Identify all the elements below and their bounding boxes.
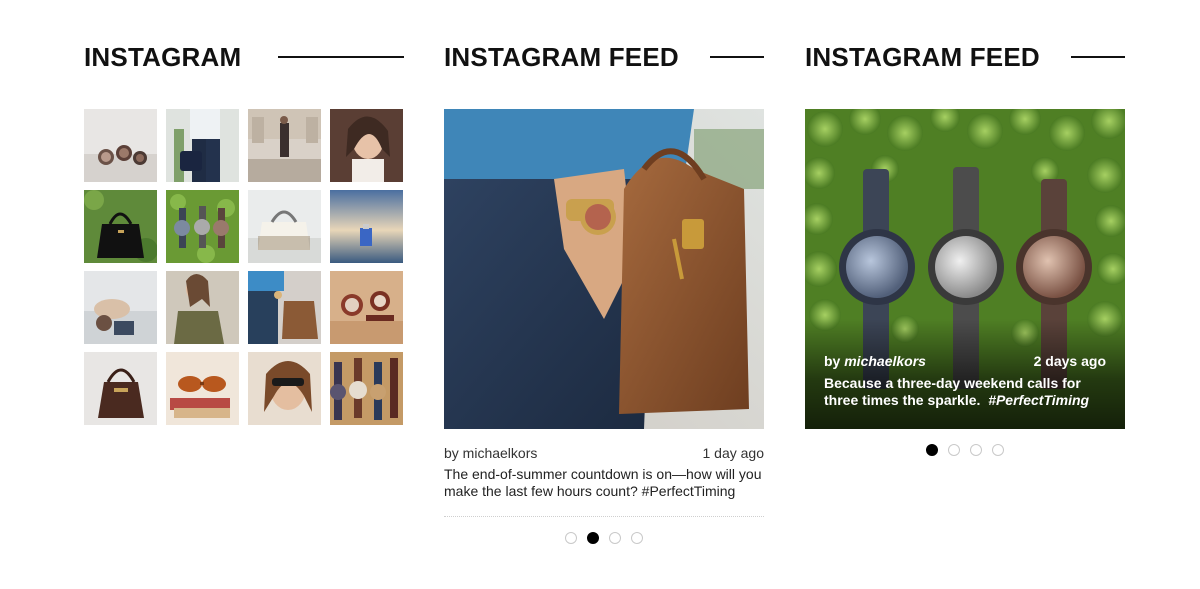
grid-photo[interactable] bbox=[330, 190, 403, 263]
grid-photo[interactable] bbox=[84, 109, 157, 182]
section-title: INSTAGRAM FEED bbox=[444, 42, 679, 72]
instagram-feed-section: INSTAGRAM FEED by michaelkors 1 day ago … bbox=[444, 0, 764, 589]
section-title: INSTAGRAM bbox=[84, 42, 242, 72]
feed-photo[interactable] bbox=[444, 109, 764, 429]
post-caption: The end-of-summer countdown is on—how wi… bbox=[444, 466, 762, 499]
carousel-dot-active[interactable] bbox=[926, 444, 938, 456]
carousel-dot[interactable] bbox=[565, 532, 577, 544]
title-divider bbox=[278, 56, 404, 58]
carousel-dot[interactable] bbox=[609, 532, 621, 544]
carousel-dot[interactable] bbox=[631, 532, 643, 544]
grid-photo[interactable] bbox=[248, 190, 321, 263]
section-title: INSTAGRAM FEED bbox=[805, 42, 1040, 72]
carousel-pagination bbox=[805, 444, 1125, 456]
grid-photo[interactable] bbox=[84, 190, 157, 263]
grid-photo[interactable] bbox=[330, 352, 403, 425]
post-time: 1 day ago bbox=[702, 445, 765, 461]
post-author[interactable]: by michaelkors bbox=[444, 444, 537, 462]
carousel-dot-active[interactable] bbox=[587, 532, 599, 544]
title-divider bbox=[710, 56, 764, 58]
grid-photo[interactable] bbox=[166, 109, 239, 182]
grid-photo[interactable] bbox=[166, 271, 239, 344]
grid-photo[interactable] bbox=[166, 190, 239, 263]
carousel-dot[interactable] bbox=[992, 444, 1004, 456]
carousel-pagination bbox=[444, 532, 764, 544]
post-meta: by michaelkors 1 day ago bbox=[444, 444, 764, 462]
divider bbox=[444, 516, 764, 517]
instagram-grid-section: INSTAGRAM bbox=[84, 0, 404, 589]
grid-photo[interactable] bbox=[248, 109, 321, 182]
title-divider bbox=[1071, 56, 1125, 58]
feed-photo[interactable]: by michaelkors 2 days ago Because a thre… bbox=[805, 109, 1125, 429]
carousel-dot[interactable] bbox=[948, 444, 960, 456]
grid-photo[interactable] bbox=[330, 271, 403, 344]
instagram-feed-section: INSTAGRAM FEED by michaelkors 2 days ago… bbox=[805, 0, 1125, 589]
instagram-grid bbox=[84, 109, 404, 425]
post-author[interactable]: by michaelkors bbox=[824, 352, 926, 370]
hashtag: #PerfectTiming bbox=[988, 392, 1090, 408]
grid-photo[interactable] bbox=[248, 271, 321, 344]
grid-photo[interactable] bbox=[248, 352, 321, 425]
grid-photo[interactable] bbox=[166, 352, 239, 425]
grid-photo[interactable] bbox=[84, 271, 157, 344]
post-meta: by michaelkors 2 days ago bbox=[824, 352, 1106, 370]
post-caption: Because a three-day weekend calls for th… bbox=[824, 375, 1090, 408]
grid-photo[interactable] bbox=[330, 109, 403, 182]
grid-photo[interactable] bbox=[84, 352, 157, 425]
carousel-dot[interactable] bbox=[970, 444, 982, 456]
post-time: 2 days ago bbox=[1033, 353, 1106, 369]
